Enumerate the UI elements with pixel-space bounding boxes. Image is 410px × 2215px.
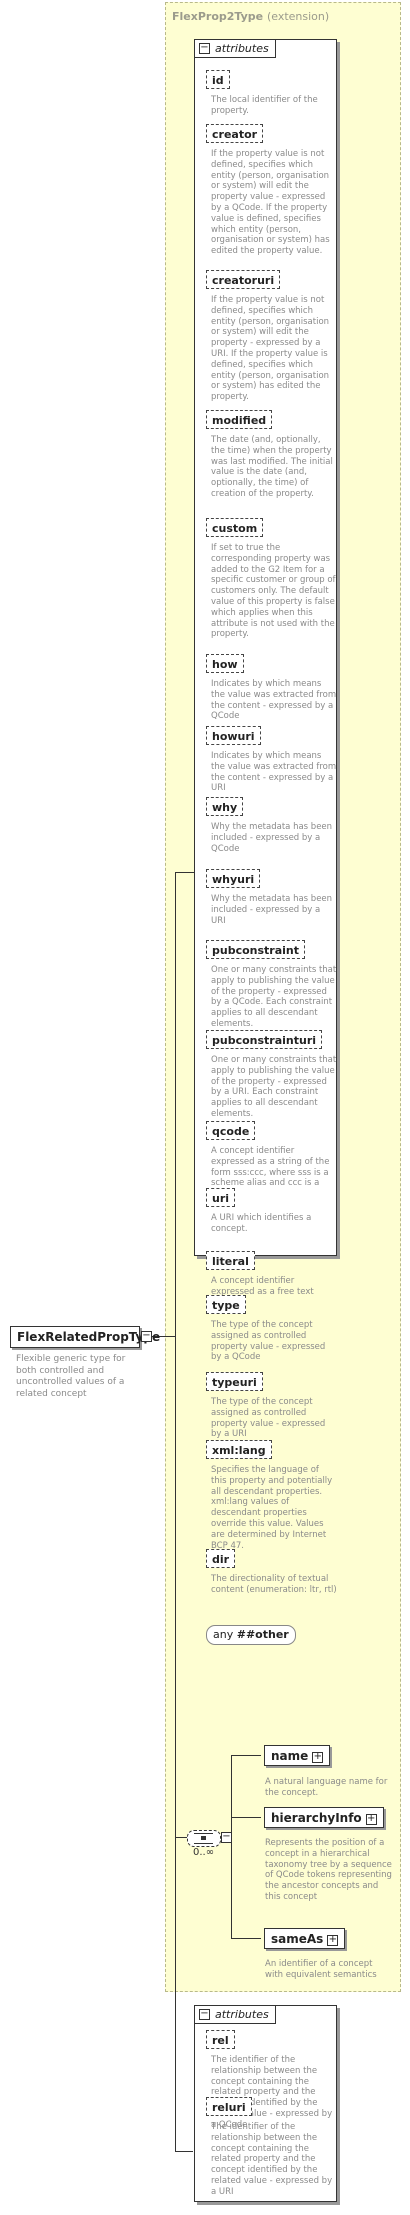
expand-icon[interactable]: +: [365, 1814, 377, 1825]
attribute-description: If set to true the corresponding propert…: [211, 543, 336, 640]
collapse-icon[interactable]: −: [199, 43, 210, 54]
attribute-description: The local identifier of the property.: [211, 95, 318, 116]
extension-title: FlexProp2Type (extension): [172, 10, 329, 23]
attribute-creator[interactable]: creator: [206, 124, 264, 143]
sequence-occurrence: 0..∞: [193, 1847, 215, 1858]
attribute-xml-lang[interactable]: xml:lang: [206, 1440, 272, 1459]
attribute-pubconstraint[interactable]: pubconstraint: [206, 940, 306, 959]
expand-icon[interactable]: +: [312, 1752, 324, 1763]
element-name-description: A natural language name for the concept.: [265, 1777, 388, 1798]
root-description: Flexible generic type for both controlle…: [16, 1354, 126, 1399]
connector-line: [175, 872, 194, 873]
attribute-description: If the property value is not defined, sp…: [211, 295, 330, 403]
collapse-icon[interactable]: −: [221, 1832, 232, 1843]
connector-line: [175, 1837, 187, 1838]
connector-line: [175, 872, 176, 2152]
attribute-literal[interactable]: literal: [206, 1251, 255, 1270]
root-element-label: FlexRelatedPropType: [17, 1330, 161, 1344]
attribute-why[interactable]: why: [206, 797, 244, 816]
connector-line: [231, 1938, 261, 1939]
attributes-group-header[interactable]: − attributes: [195, 40, 276, 58]
attribute-whyuri[interactable]: whyuri: [206, 869, 261, 888]
attribute-modified[interactable]: modified: [206, 410, 273, 429]
attribute-description: One or many constraints that apply to pu…: [211, 965, 337, 1029]
collapse-icon[interactable]: −: [199, 2009, 210, 2020]
collapse-icon[interactable]: −: [141, 1331, 152, 1342]
sequence-compositor[interactable]: [187, 1830, 221, 1847]
connector-line: [231, 1755, 261, 1756]
attribute-howuri[interactable]: howuri: [206, 726, 261, 745]
connector-line: [231, 1817, 261, 1818]
attribute-how[interactable]: how: [206, 654, 244, 673]
attributes-group-2-label: attributes: [215, 2008, 269, 2021]
any-label: any: [213, 1628, 234, 1641]
attribute-description: Why the metadata has been included - exp…: [211, 894, 333, 926]
attribute-id[interactable]: id: [206, 70, 230, 89]
element-name[interactable]: name +: [264, 1745, 331, 1766]
attributes-group-label: attributes: [215, 42, 269, 55]
element-sameas[interactable]: sameAs +: [264, 1928, 346, 1949]
attributes-group-2-header[interactable]: − attributes: [195, 2006, 276, 2024]
any-value: ##other: [236, 1628, 289, 1641]
attribute-qcode[interactable]: qcode: [206, 1121, 256, 1140]
extension-kind: (extension): [266, 10, 330, 23]
any-attribute: any ##other: [206, 1625, 296, 1645]
sequence-dot: [201, 1836, 206, 1840]
element-hierarchyinfo-description: Represents the position of a concept in …: [265, 1838, 392, 1902]
attribute-typeuri[interactable]: typeuri: [206, 1372, 263, 1391]
attribute-reluri[interactable]: reluri: [206, 2097, 252, 2116]
element-sameas-description: An identifier of a concept with equivale…: [265, 1959, 377, 1980]
attribute-description: The type of the concept assigned as cont…: [211, 1320, 326, 1363]
attribute-description: The type of the concept assigned as cont…: [211, 1397, 326, 1440]
attribute-description: The identifier of the relationship betwe…: [211, 2122, 333, 2197]
element-sameas-label: sameAs: [271, 1932, 324, 1946]
extension-name: FlexProp2Type: [172, 10, 264, 23]
attribute-dir[interactable]: dir: [206, 1549, 236, 1568]
attribute-description: Indicates by which means the value was e…: [211, 751, 337, 794]
attribute-description: Why the metadata has been included - exp…: [211, 822, 333, 854]
attribute-description: If the property value is not defined, sp…: [211, 149, 330, 257]
attribute-description: The date (and, optionally, the time) whe…: [211, 435, 333, 499]
expand-icon[interactable]: +: [327, 1935, 339, 1946]
attribute-type[interactable]: type: [206, 1295, 246, 1314]
connector-line: [231, 1755, 232, 1939]
attribute-custom[interactable]: custom: [206, 518, 264, 537]
attribute-pubconstrainturi[interactable]: pubconstrainturi: [206, 1030, 323, 1049]
attribute-creatoruri[interactable]: creatoruri: [206, 270, 281, 289]
element-hierarchyinfo[interactable]: hierarchyInfo +: [264, 1807, 384, 1828]
attribute-description: A URI which identifies a concept.: [211, 1213, 312, 1234]
attribute-description: The directionality of textual content (e…: [211, 1574, 337, 1595]
attribute-description: The identifier of the relationship betwe…: [211, 2055, 333, 2130]
element-name-label: name: [271, 1749, 309, 1763]
element-hierarchyinfo-label: hierarchyInfo: [271, 1811, 362, 1825]
attribute-rel[interactable]: rel: [206, 2030, 235, 2049]
attribute-description: Specifies the language of this property …: [211, 1465, 333, 1551]
attribute-uri[interactable]: uri: [206, 1188, 236, 1207]
connector-line: [175, 2151, 193, 2152]
attribute-description: One or many constraints that apply to pu…: [211, 1055, 337, 1119]
root-element[interactable]: FlexRelatedPropType: [10, 1326, 160, 1348]
attribute-description: Indicates by which means the value was e…: [211, 679, 337, 722]
